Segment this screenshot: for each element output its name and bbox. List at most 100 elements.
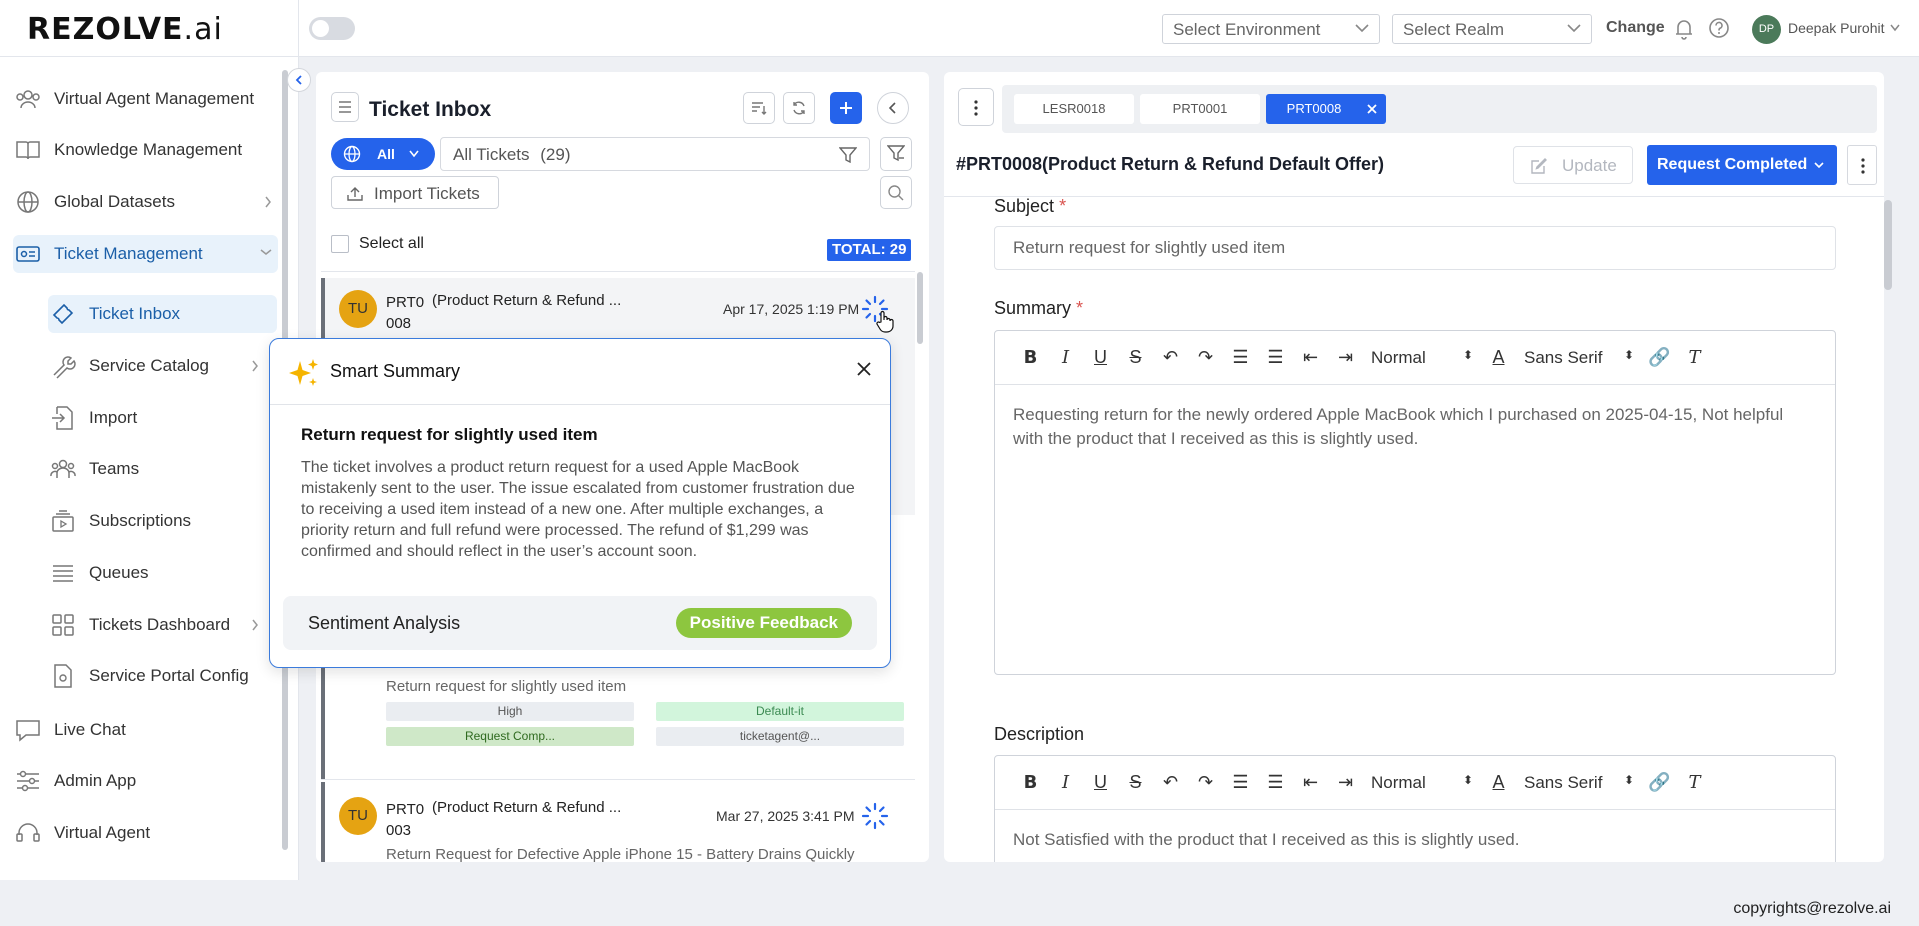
clear-format-icon[interactable]: T	[1677, 771, 1712, 795]
redo-icon[interactable]: ↷	[1188, 771, 1223, 795]
sidebar-item-service-catalog[interactable]: Service Catalog	[48, 347, 265, 385]
more-actions-button[interactable]	[1847, 145, 1877, 185]
realm-select[interactable]: Select Realm	[1392, 14, 1592, 44]
tab-prt0001[interactable]: PRT0001	[1140, 94, 1260, 124]
outdent-icon[interactable]: ⇤	[1293, 346, 1328, 370]
chevron-down-icon	[260, 249, 272, 255]
inbox-title: Ticket Inbox	[369, 98, 492, 121]
sidebar-item-service-portal-config[interactable]: Service Portal Config	[48, 657, 249, 695]
filter-icon[interactable]	[839, 147, 857, 163]
sidebar-item-virtual-agent[interactable]: Virtual Agent	[13, 814, 150, 852]
change-button[interactable]: Change	[1606, 19, 1665, 37]
description-text[interactable]: Not Satisfied with the product that I re…	[995, 810, 1835, 862]
italic-button[interactable]: I	[1048, 346, 1083, 370]
ordered-list-icon[interactable]: ☰	[1223, 346, 1258, 370]
search-button[interactable]	[880, 176, 912, 209]
collapse-sidebar-button[interactable]	[287, 68, 311, 92]
user-name[interactable]: Deepak Purohit	[1788, 20, 1885, 36]
request-completed-button[interactable]: Request Completed	[1647, 145, 1837, 185]
inbox-menu-button[interactable]	[331, 92, 359, 122]
subject-input[interactable]: Return request for slightly used item	[994, 226, 1836, 270]
link-icon[interactable]: 🔗	[1642, 346, 1677, 370]
sort-button[interactable]	[743, 92, 775, 124]
bullet-list-icon[interactable]: ☰	[1258, 771, 1293, 795]
refresh-button[interactable]	[783, 92, 815, 124]
top-bar: REZOLVE.ai Select Environment Select Rea…	[0, 0, 1919, 57]
underline-button[interactable]: U	[1083, 346, 1118, 370]
description-editor[interactable]: B I U S ↶ ↷ ☰ ☰ ⇤ ⇥ Normal ⬍ A Sans Serif…	[994, 755, 1836, 862]
advanced-filter-button[interactable]	[880, 137, 912, 171]
add-ticket-button[interactable]	[830, 92, 862, 124]
user-avatar[interactable]: DP	[1752, 15, 1781, 44]
size-select[interactable]: Normal ⬍	[1371, 348, 1481, 368]
environment-select[interactable]: Select Environment	[1162, 14, 1380, 44]
ordered-list-icon[interactable]: ☰	[1223, 771, 1258, 795]
summary-text[interactable]: Requesting return for the newly ordered …	[995, 385, 1835, 469]
bold-button[interactable]: B	[1013, 771, 1048, 795]
bell-icon[interactable]	[1674, 18, 1694, 40]
sliders-icon	[13, 766, 43, 796]
underline-button[interactable]: U	[1083, 771, 1118, 795]
font-select[interactable]: Sans Serif ⬍	[1524, 773, 1642, 793]
tab-lesr0018[interactable]: LESR0018	[1014, 94, 1134, 124]
ticket-view-select[interactable]: All Tickets (29)	[440, 137, 870, 171]
redo-icon[interactable]: ↷	[1188, 346, 1223, 370]
popover-title: Smart Summary	[330, 361, 461, 381]
clear-format-icon[interactable]: T	[1677, 346, 1712, 370]
strikethrough-button[interactable]: S	[1118, 771, 1153, 795]
sidebar-item-global-datasets[interactable]: Global Datasets	[13, 183, 278, 221]
subscriptions-icon	[48, 506, 78, 536]
sparkle-icon	[289, 359, 318, 386]
close-tab-icon[interactable]	[1367, 104, 1377, 114]
italic-button[interactable]: I	[1048, 771, 1083, 795]
select-all-checkbox[interactable]	[331, 235, 349, 253]
summary-label: Summary *	[994, 298, 1084, 318]
link-icon[interactable]: 🔗	[1642, 771, 1677, 795]
close-icon[interactable]	[856, 361, 872, 377]
summary-editor[interactable]: B I U S ↶ ↷ ☰ ☰ ⇤ ⇥ Normal ⬍ A Sans Serif…	[994, 330, 1836, 675]
sidebar-item-knowledge-management[interactable]: Knowledge Management	[13, 131, 242, 169]
import-tickets-button[interactable]: Import Tickets	[331, 176, 499, 209]
rezolve-logo[interactable]: REZOLVE.ai	[27, 12, 223, 47]
strikethrough-button[interactable]: S	[1118, 346, 1153, 370]
sidebar-item-ticket-management[interactable]: Ticket Management	[13, 235, 278, 273]
text-color-icon[interactable]: A	[1481, 771, 1516, 795]
inbox-scrollbar[interactable]	[917, 272, 923, 344]
bold-button[interactable]: B	[1013, 346, 1048, 370]
help-icon[interactable]	[1708, 17, 1730, 39]
sidebar-item-label: Ticket Management	[54, 244, 203, 263]
select-all-row[interactable]: Select all	[331, 235, 424, 253]
undo-icon[interactable]: ↶	[1153, 346, 1188, 370]
chevron-down-icon[interactable]	[1890, 24, 1900, 32]
sidebar-item-teams[interactable]: Teams	[48, 450, 139, 488]
detail-scrollbar[interactable]	[1884, 200, 1892, 290]
undo-icon[interactable]: ↶	[1153, 771, 1188, 795]
sidebar-item-virtual-agent-management[interactable]: Virtual Agent Management	[13, 80, 254, 118]
list-item[interactable]: TU PRT0 003 (Product Return & Refund ... …	[321, 782, 915, 862]
smart-summary-icon[interactable]	[860, 801, 890, 831]
subject-label: Subject *	[994, 196, 1067, 216]
chevron-down-icon	[409, 150, 419, 158]
filter-all-dropdown[interactable]: All	[331, 138, 435, 170]
ticket-form: Subject * Return request for slightly us…	[992, 196, 1862, 862]
collapse-inbox-button[interactable]	[877, 92, 909, 124]
sidebar-item-label: Queues	[89, 563, 149, 582]
sidebar-item-ticket-inbox[interactable]: Ticket Inbox	[48, 295, 277, 333]
sidebar-item-import[interactable]: Import	[48, 399, 137, 437]
font-select[interactable]: Sans Serif ⬍	[1524, 348, 1642, 368]
tabs-menu-button[interactable]	[958, 88, 994, 126]
bullet-list-icon[interactable]: ☰	[1258, 346, 1293, 370]
sidebar-item-live-chat[interactable]: Live Chat	[13, 711, 126, 749]
size-select[interactable]: Normal ⬍	[1371, 773, 1481, 793]
sidebar-item-admin-app[interactable]: Admin App	[13, 762, 136, 800]
theme-toggle[interactable]	[309, 17, 355, 40]
text-color-icon[interactable]: A	[1481, 346, 1516, 370]
sidebar-item-subscriptions[interactable]: Subscriptions	[48, 502, 191, 540]
indent-icon[interactable]: ⇥	[1328, 346, 1363, 370]
indent-icon[interactable]: ⇥	[1328, 771, 1363, 795]
sidebar-item-tickets-dashboard[interactable]: Tickets Dashboard	[48, 606, 265, 644]
tab-prt0008[interactable]: PRT0008	[1266, 94, 1386, 124]
outdent-icon[interactable]: ⇤	[1293, 771, 1328, 795]
update-button[interactable]: Update	[1513, 146, 1633, 184]
sidebar-item-queues[interactable]: Queues	[48, 554, 149, 592]
